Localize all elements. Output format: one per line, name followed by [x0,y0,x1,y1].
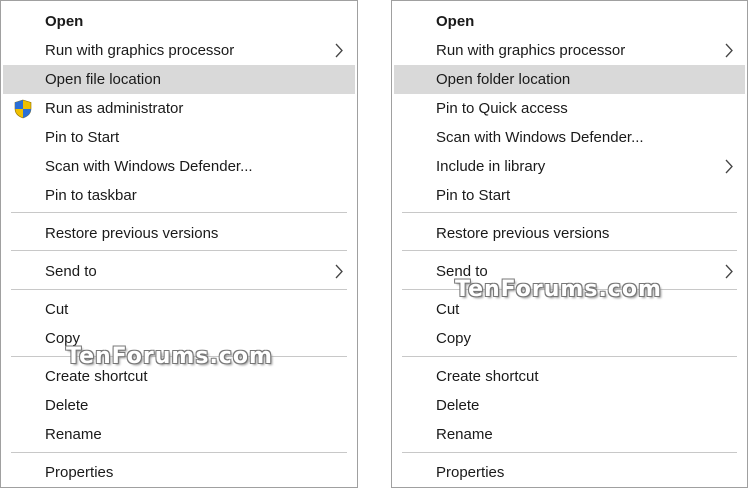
menu-item-label: Scan with Windows Defender... [436,129,644,146]
watermark: TenForums.com [455,277,662,302]
menu-item-scan-with-defender[interactable]: Scan with Windows Defender... [3,152,355,181]
menu-item-restore-previous-versions[interactable]: Restore previous versions [394,219,745,248]
menu-item-label: Include in library [436,158,546,175]
menu-item-pin-to-taskbar[interactable]: Pin to taskbar [3,181,355,210]
menu-item-label: Send to [45,263,97,280]
menu-item-label: Cut [45,301,69,318]
menu-item-label: Run as administrator [45,100,184,117]
menu-item-rename[interactable]: Rename [394,420,745,449]
menu-item-label: Properties [45,464,114,481]
menu-item-send-to[interactable]: Send to [3,257,355,286]
menu-item-label: Delete [45,397,89,414]
menu-separator [402,356,737,357]
menu-item-label: Delete [436,397,480,414]
menu-item-properties[interactable]: Properties [3,458,355,487]
menu-separator [11,212,347,213]
context-menu-file: Open Run with graphics processor Open fi… [0,0,358,488]
menu-item-restore-previous-versions[interactable]: Restore previous versions [3,219,355,248]
menu-item-label: Pin to Quick access [436,100,568,117]
chevron-right-icon [335,43,343,58]
menu-item-label: Properties [436,464,505,481]
menu-item-pin-to-quick-access[interactable]: Pin to Quick access [394,94,745,123]
menu-item-pin-to-start[interactable]: Pin to Start [3,123,355,152]
menu-item-open[interactable]: Open [3,7,355,36]
menu-item-delete[interactable]: Delete [3,391,355,420]
menu-separator [11,452,347,453]
menu-item-run-as-administrator[interactable]: Run as administrator [3,94,355,123]
chevron-right-icon [725,43,733,58]
menu-item-delete[interactable]: Delete [394,391,745,420]
menu-item-label: Restore previous versions [436,225,610,242]
menu-item-create-shortcut[interactable]: Create shortcut [394,362,745,391]
menu-item-rename[interactable]: Rename [3,420,355,449]
menu-item-scan-with-defender[interactable]: Scan with Windows Defender... [394,123,745,152]
menu-separator [402,250,737,251]
menu-item-run-with-graphics-processor[interactable]: Run with graphics processor [3,36,355,65]
menu-item-run-with-graphics-processor[interactable]: Run with graphics processor [394,36,745,65]
menu-item-open-file-location[interactable]: Open file location [3,65,355,94]
chevron-right-icon [725,159,733,174]
menu-item-label: Run with graphics processor [436,42,626,59]
menu-item-label: Create shortcut [436,368,539,385]
menu-item-label: Open [436,13,475,30]
menu-item-pin-to-start[interactable]: Pin to Start [394,181,745,210]
menu-item-label: Run with graphics processor [45,42,235,59]
menu-item-open-folder-location[interactable]: Open folder location [394,65,745,94]
menu-separator [11,289,347,290]
menu-item-label: Open [45,13,84,30]
menu-item-copy[interactable]: Copy [394,324,745,353]
menu-item-label: Rename [436,426,493,443]
menu-item-label: Open file location [45,71,161,88]
menu-separator [402,212,737,213]
menu-item-label: Pin to Start [436,187,511,204]
menu-item-label: Rename [45,426,102,443]
context-menu-shortcut: Open Run with graphics processor Open fo… [391,0,748,488]
menu-separator [11,250,347,251]
menu-item-label: Open folder location [436,71,571,88]
menu-item-label: Restore previous versions [45,225,219,242]
chevron-right-icon [725,264,733,279]
menu-separator [402,452,737,453]
menu-item-label: Pin to taskbar [45,187,137,204]
watermark: TenForums.com [66,344,273,369]
menu-item-label: Scan with Windows Defender... [45,158,253,175]
menu-item-properties[interactable]: Properties [394,458,745,487]
menu-item-label: Copy [436,330,472,347]
uac-shield-icon [14,99,32,119]
menu-item-label: Pin to Start [45,129,120,146]
menu-item-open[interactable]: Open [394,7,745,36]
menu-item-include-in-library[interactable]: Include in library [394,152,745,181]
menu-item-cut[interactable]: Cut [3,295,355,324]
chevron-right-icon [335,264,343,279]
